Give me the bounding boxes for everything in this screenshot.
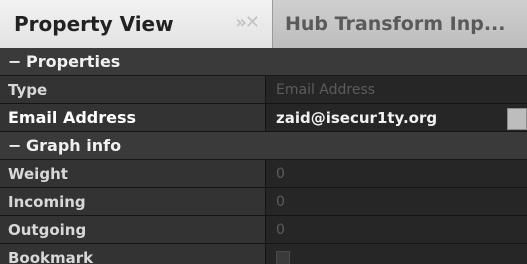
section-graph-info[interactable]: − Graph info [0, 132, 527, 160]
email-value-text: zaid@isecur1ty.org [276, 108, 438, 127]
property-value: Email Address [266, 76, 527, 103]
property-key: Outgoing [0, 216, 266, 243]
property-row-email: Email Address zaid@isecur1ty.org [0, 104, 527, 132]
collapse-icon[interactable]: − [8, 52, 26, 71]
property-row-type: Type Email Address [0, 76, 527, 104]
property-key: Incoming [0, 188, 266, 215]
property-row-weight: Weight 0 [0, 160, 527, 188]
tab-controls-icon[interactable]: »✕ [235, 12, 260, 33]
tab-bar: Property View »✕ Hub Transform Inp... [0, 0, 527, 48]
section-properties-label: Properties [26, 52, 121, 71]
property-key: Type [0, 76, 266, 103]
section-graph-info-label: Graph info [26, 136, 122, 155]
bookmark-checkbox[interactable] [276, 250, 290, 264]
property-row-bookmark: Bookmark [0, 244, 527, 264]
property-value: 0 [266, 216, 527, 243]
property-row-incoming: Incoming 0 [0, 188, 527, 216]
property-value-bookmark [266, 244, 527, 264]
tab-hub-transform-label: Hub Transform Inp... [285, 13, 506, 35]
property-grid: − Properties Type Email Address Email Ad… [0, 48, 527, 264]
tab-property-view[interactable]: Property View »✕ [0, 0, 272, 48]
section-properties[interactable]: − Properties [0, 48, 527, 76]
property-value: 0 [266, 188, 527, 215]
property-row-outgoing: Outgoing 0 [0, 216, 527, 244]
tab-property-view-label: Property View [14, 12, 174, 36]
edit-value-button[interactable] [507, 108, 527, 130]
property-key: Email Address [0, 104, 266, 131]
property-key: Bookmark [0, 244, 266, 264]
collapse-icon[interactable]: − [8, 136, 26, 155]
property-value: 0 [266, 160, 527, 187]
property-key: Weight [0, 160, 266, 187]
tab-hub-transform-inputs[interactable]: Hub Transform Inp... [272, 0, 527, 48]
property-view-window: Property View »✕ Hub Transform Inp... − … [0, 0, 527, 264]
property-value-email[interactable]: zaid@isecur1ty.org [266, 104, 527, 131]
